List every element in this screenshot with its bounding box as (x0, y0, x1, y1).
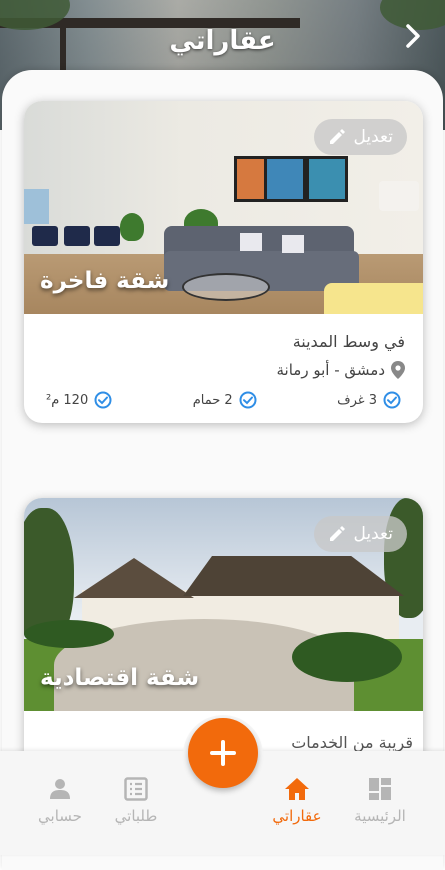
nav-my-properties-label: عقاراتي (272, 807, 322, 825)
check-circle-icon (94, 391, 112, 409)
person-icon (50, 779, 70, 799)
bottom-navigation: الرئيسية عقاراتي طلباتي حسابي (0, 715, 445, 855)
property-description: في وسط المدينة (292, 332, 405, 351)
dashboard-icon (369, 778, 391, 800)
home-icon (285, 778, 309, 800)
feature-rooms: 3 غرف (337, 391, 401, 409)
back-button[interactable] (395, 18, 431, 54)
pencil-icon (329, 129, 345, 144)
edit-label: تعديل (353, 127, 393, 147)
list-icon (124, 777, 148, 801)
property-location: دمشق - أبو رمانة (42, 361, 405, 379)
pencil-icon (329, 526, 345, 541)
check-circle-icon (383, 391, 401, 409)
feature-list: 3 غرف 2 حمام 120 م² (42, 391, 405, 409)
edit-button[interactable]: تعديل (313, 119, 407, 155)
property-image: شقة فاخرة تعديل (24, 101, 423, 314)
chevron-right-icon (406, 24, 420, 48)
location-text: دمشق - أبو رمانة (276, 361, 385, 379)
page-title: عقاراتي (169, 26, 276, 56)
location-pin-icon (391, 361, 405, 379)
nav-my-requests[interactable]: طلباتي (96, 777, 176, 825)
property-card[interactable]: شقة فاخرة تعديل في وسط المدينة دمشق - أب… (24, 101, 423, 423)
edit-label: تعديل (353, 524, 393, 544)
add-property-button[interactable] (188, 718, 258, 788)
property-description: قريبة من الخدمات (291, 733, 413, 752)
plus-icon (210, 740, 236, 766)
nav-my-requests-label: طلباتي (114, 807, 158, 825)
nav-my-properties[interactable]: عقاراتي (257, 777, 337, 825)
property-image: شقة اقتصادية تعديل (24, 498, 423, 711)
nav-home-label: الرئيسية (354, 807, 406, 825)
property-title: شقة فاخرة (40, 268, 170, 294)
feature-area: 120 م² (46, 391, 112, 409)
nav-home[interactable]: الرئيسية (340, 777, 420, 825)
nav-my-account-label: حسابي (38, 807, 82, 825)
check-circle-icon (239, 391, 257, 409)
nav-my-account[interactable]: حسابي (20, 777, 100, 825)
edit-button[interactable]: تعديل (313, 516, 407, 552)
feature-baths: 2 حمام (193, 391, 257, 409)
property-title: شقة اقتصادية (40, 665, 200, 691)
